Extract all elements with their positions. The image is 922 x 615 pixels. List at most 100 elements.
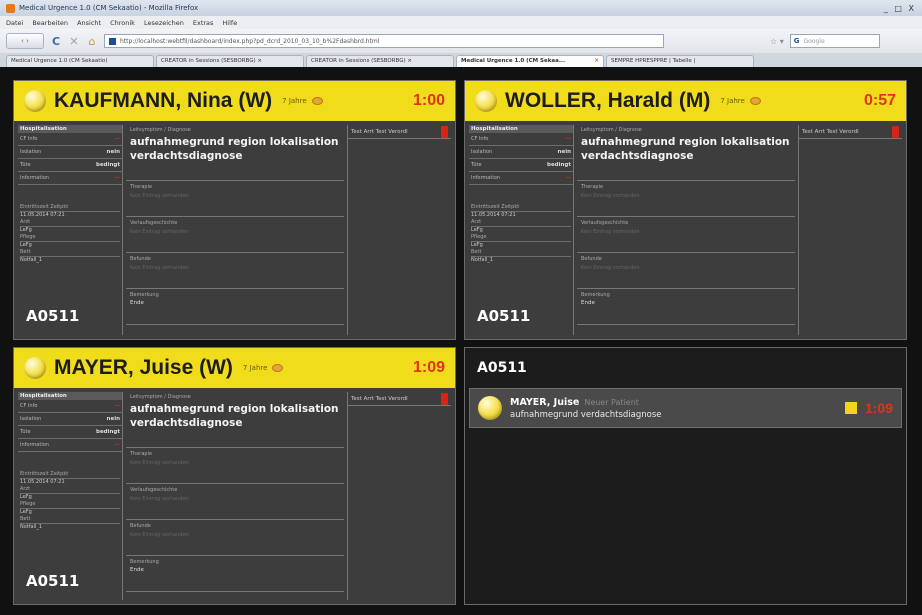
- browser-tab[interactable]: CREATOR in Sessions (SESBORBG) ×: [306, 55, 454, 67]
- orders-column: Test Arrt Test Verordl: [347, 392, 451, 600]
- patient-header: MAYER, Juise (W) 7 Jahre 1:09: [14, 348, 455, 388]
- priority-square-icon: [844, 402, 857, 414]
- browser-tab-active[interactable]: Medical Urgence 1.0 (CM Sekaa... ✕: [456, 55, 604, 67]
- patient-name: WOLLER, Harald (M): [505, 89, 711, 112]
- info-column: Hospitalisation CF Info — Isolation nein T…: [18, 125, 123, 335]
- info-heading: Hospitalisation: [18, 125, 122, 133]
- patient-panel[interactable]: KAUFMANN, Nina (W) 7 Jahre 1:00 Hospital…: [13, 80, 456, 340]
- details-block: Eintrittszeit Zeitpkt 11.05.2014 07:21 Ar…: [18, 470, 122, 530]
- search-placeholder: Google: [803, 37, 825, 45]
- info-row: Isolation nein: [469, 146, 573, 159]
- wait-timer: 1:00: [412, 92, 445, 109]
- history-section[interactable]: Verlaufsgeschichte Kein Eintrag vorhanden: [126, 484, 344, 520]
- diagnosis-section: Leitsymptom / Diagnose aufnahmegrund reg…: [126, 125, 344, 181]
- menu-datei[interactable]: Datei: [6, 19, 23, 27]
- info-row: CF Info —: [469, 133, 573, 146]
- remarks-section[interactable]: Bemerkung Ende: [126, 556, 344, 592]
- info-row: Isolation nein: [18, 146, 122, 159]
- info-row: CF Info —: [18, 133, 122, 146]
- status-orb-icon: [478, 396, 502, 420]
- browser-tab[interactable]: CREATOR in Sessions (SESBORBG) ×: [156, 55, 304, 67]
- window-controls[interactable]: _ □ X: [884, 4, 916, 13]
- orders-header: Test Arrt Test Verordl: [348, 125, 451, 139]
- orders-header: Test Arrt Test Verordl: [348, 392, 451, 406]
- info-row: Information —: [18, 172, 122, 185]
- patient-panel[interactable]: WOLLER, Harald (M) 7 Jahre 0:57 Hospital…: [464, 80, 907, 340]
- bookmark-star-icon[interactable]: ☆ ▾: [770, 37, 784, 46]
- patient-age: 7 Jahre: [720, 97, 745, 105]
- remarks-section[interactable]: Bemerkung Ende: [577, 289, 795, 325]
- diagnosis-text: aufnahmegrund region lokalisation verdac…: [581, 136, 790, 162]
- menu-ansicht[interactable]: Ansicht: [77, 19, 101, 27]
- patient-header: KAUFMANN, Nina (W) 7 Jahre 1:00: [14, 81, 455, 121]
- room-overview-panel: A0511 MAYER, Juise Neuer Patient aufnahm…: [464, 347, 907, 605]
- reload-icon[interactable]: C: [50, 33, 62, 49]
- patient-list-item[interactable]: MAYER, Juise Neuer Patient aufnahmegrund…: [469, 388, 902, 428]
- diagnosis-section: Leitsymptom / Diagnose aufnahmegrund reg…: [126, 392, 344, 448]
- room-number: A0511: [26, 572, 80, 590]
- history-section[interactable]: Verlaufsgeschichte Kein Eintrag vorhanden: [126, 217, 344, 253]
- patient-name: KAUFMANN, Nina (W): [54, 89, 273, 112]
- menu-extras[interactable]: Extras: [193, 19, 214, 27]
- info-row: Information —: [18, 439, 122, 452]
- search-box[interactable]: G Google: [789, 34, 880, 48]
- orders-column: Test Arrt Test Verordl: [798, 125, 902, 335]
- overview-room-number: A0511: [477, 360, 527, 376]
- entry-diagnosis: aufnahmegrund verdachtsdiagnose: [510, 409, 662, 420]
- patient-panel[interactable]: MAYER, Juise (W) 7 Jahre 1:09 Hospitalis…: [13, 347, 456, 605]
- dashboard: KAUFMANN, Nina (W) 7 Jahre 1:00 Hospital…: [0, 67, 922, 615]
- window-titlebar: Medical Urgence 1.0 (CM Sekaatio) - Mozi…: [0, 0, 922, 16]
- therapy-section[interactable]: Therapie Kein Eintrag vorhanden: [126, 181, 344, 217]
- info-row: CF Info —: [18, 400, 122, 413]
- menu-bearbeiten[interactable]: Bearbeiten: [32, 19, 68, 27]
- patient-age: 7 Jahre: [282, 97, 307, 105]
- browser-tab[interactable]: SEMPRE HPRESPPRE | Tabelle |: [606, 55, 754, 67]
- menu-lesezeichen[interactable]: Lesezeichen: [144, 19, 184, 27]
- orders-column: Test Arrt Test Verordl: [347, 125, 451, 335]
- room-number: A0511: [26, 307, 80, 325]
- entry-text: MAYER, Juise Neuer Patient aufnahmegrund…: [510, 397, 661, 420]
- remarks-section[interactable]: Bemerkung Ende: [126, 289, 344, 325]
- findings-section[interactable]: Befunde Kein Eintrag vorhanden: [126, 520, 344, 556]
- info-row: Information —: [469, 172, 573, 185]
- details-block: Eintrittszeit Zeitpkt 11.05.2014 07:21 Ar…: [18, 203, 122, 263]
- stop-icon[interactable]: ✕: [68, 33, 80, 49]
- history-section[interactable]: Verlaufsgeschichte Kein Eintrag vorhanden: [577, 217, 795, 253]
- status-orb-icon: [475, 90, 497, 112]
- alert-flag-icon[interactable]: [441, 392, 448, 405]
- home-icon[interactable]: ⌂: [86, 33, 98, 49]
- diagnosis-text: aufnahmegrund region lokalisation verdac…: [130, 136, 339, 162]
- url-bar[interactable]: http://localhost:webtfil/dashboard/index…: [104, 34, 664, 48]
- info-row: Tüte bedingt: [18, 159, 122, 172]
- window-title: Medical Urgence 1.0 (CM Sekaatio) - Mozi…: [19, 4, 199, 12]
- priority-icon: [311, 97, 323, 105]
- diagnosis-section: Leitsymptom / Diagnose aufnahmegrund reg…: [577, 125, 795, 181]
- patient-header: WOLLER, Harald (M) 7 Jahre 0:57: [465, 81, 906, 121]
- tab-bar: Medical Urgence 1.0 (CM Sekaatio) CREATO…: [0, 53, 922, 67]
- info-row: Tüte bedingt: [18, 426, 122, 439]
- info-column: Hospitalisation CF Info — Isolation nein T…: [18, 392, 123, 600]
- therapy-section[interactable]: Therapie Kein Eintrag vorhanden: [126, 448, 344, 484]
- firefox-icon: [6, 3, 15, 13]
- alert-flag-icon[interactable]: [441, 125, 448, 138]
- priority-icon: [749, 97, 761, 105]
- menu-bar: Datei Bearbeiten Ansicht Chronik Lesezei…: [0, 16, 922, 29]
- alert-flag-icon[interactable]: [892, 125, 899, 138]
- entry-wait-timer: 1:09: [864, 400, 893, 416]
- navigation-toolbar: ‹ › C ✕ ⌂ http://localhost:webtfil/dashb…: [0, 29, 922, 53]
- close-tab-icon[interactable]: ✕: [594, 58, 599, 64]
- details-block: Eintrittszeit Zeitpkt 11.05.2014 07:21 Ar…: [469, 203, 573, 263]
- url-text: http://localhost:webtfil/dashboard/index…: [120, 37, 380, 45]
- wait-timer: 1:09: [412, 359, 445, 376]
- info-heading: Hospitalisation: [469, 125, 573, 133]
- menu-chronik[interactable]: Chronik: [110, 19, 135, 27]
- diagnosis-column: Leitsymptom / Diagnose aufnahmegrund reg…: [577, 125, 795, 335]
- diagnosis-column: Leitsymptom / Diagnose aufnahmegrund reg…: [126, 125, 344, 335]
- findings-section[interactable]: Befunde Kein Eintrag vorhanden: [577, 253, 795, 289]
- info-row: Isolation nein: [18, 413, 122, 426]
- back-forward-button[interactable]: ‹ ›: [6, 33, 44, 49]
- menu-hilfe[interactable]: Hilfe: [222, 19, 237, 27]
- therapy-section[interactable]: Therapie Kein Eintrag vorhanden: [577, 181, 795, 217]
- browser-tab[interactable]: Medical Urgence 1.0 (CM Sekaatio): [6, 55, 154, 67]
- findings-section[interactable]: Befunde Kein Eintrag vorhanden: [126, 253, 344, 289]
